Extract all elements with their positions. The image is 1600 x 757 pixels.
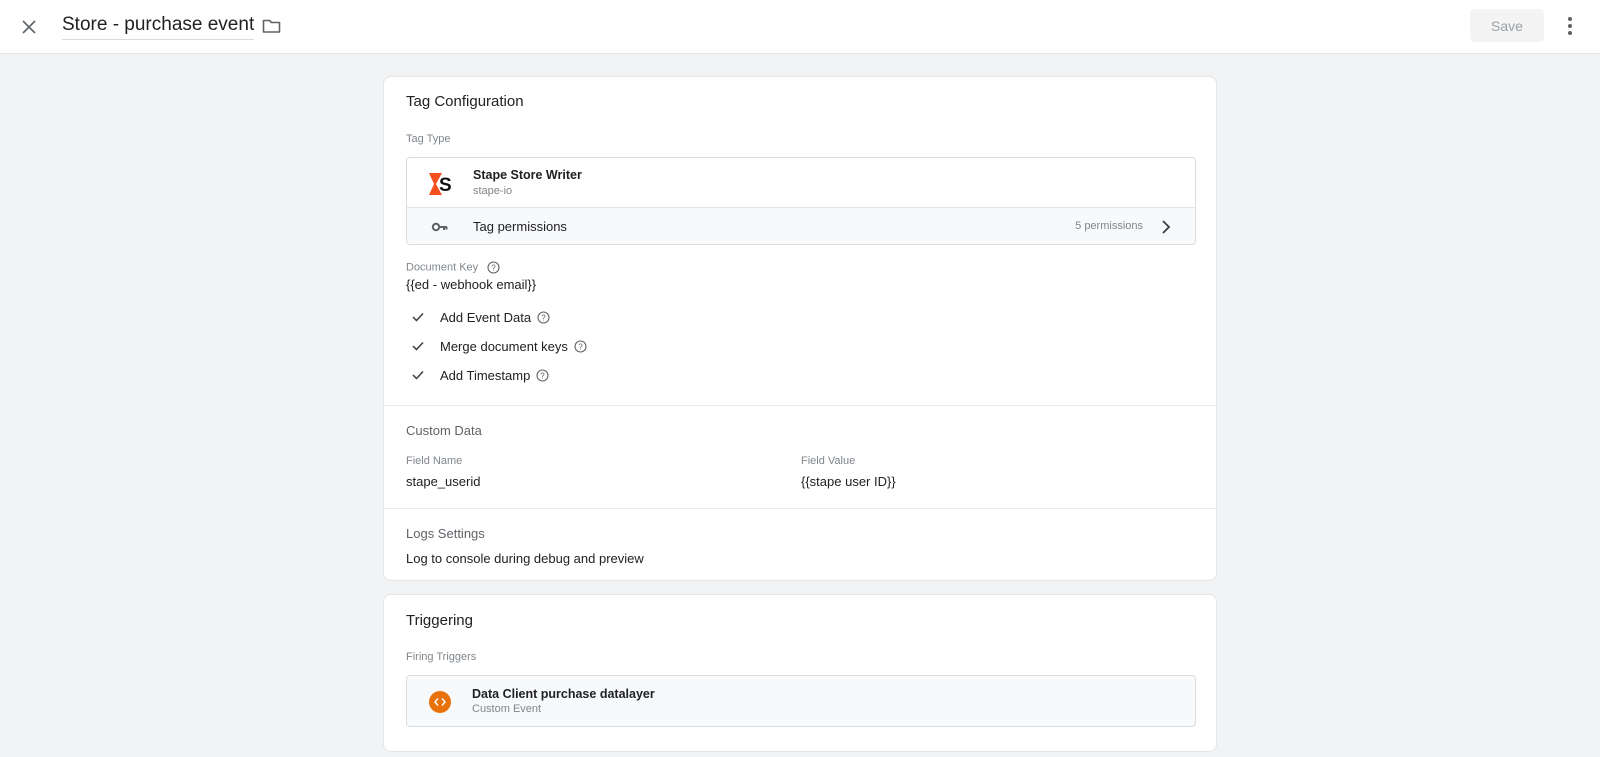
triggering-card[interactable]: Triggering Firing Triggers Data Client p… xyxy=(383,594,1217,752)
custom-data-field-name: stape_userid xyxy=(406,474,481,489)
custom-data-field-value: {{stape user ID}} xyxy=(801,474,896,489)
svg-text:?: ? xyxy=(541,313,546,322)
trigger-item[interactable]: Data Client purchase datalayer Custom Ev… xyxy=(406,675,1196,727)
document-key-value: {{ed - webhook email}} xyxy=(406,277,537,292)
option-add-timestamp: Add Timestamp ? xyxy=(411,366,549,384)
help-icon[interactable]: ? xyxy=(536,368,549,382)
card-title: Tag Configuration xyxy=(406,93,524,110)
firing-triggers-label: Firing Triggers xyxy=(406,651,477,663)
key-icon xyxy=(431,222,448,232)
divider xyxy=(384,508,1216,509)
divider xyxy=(384,405,1216,406)
help-icon[interactable]: ? xyxy=(574,339,587,353)
folder-button[interactable] xyxy=(260,15,282,37)
tag-name-input[interactable]: Store - purchase event xyxy=(62,14,255,40)
tag-type-row[interactable]: S Stape Store Writer stape-io xyxy=(407,158,1195,208)
option-merge-document-keys: Merge document keys ? xyxy=(411,337,587,355)
tag-type-name: Stape Store Writer xyxy=(473,168,582,182)
tag-type-publisher: stape-io xyxy=(473,185,513,197)
save-button[interactable]: Save xyxy=(1470,9,1544,42)
trigger-name: Data Client purchase datalayer xyxy=(472,687,655,701)
more-vert-icon xyxy=(1568,17,1572,21)
custom-data-title: Custom Data xyxy=(406,423,482,438)
document-key-label: Document Key ? xyxy=(406,261,500,274)
svg-text:?: ? xyxy=(578,342,583,351)
option-add-event-data: Add Event Data ? xyxy=(411,308,550,326)
check-icon xyxy=(412,341,424,351)
close-button[interactable] xyxy=(16,14,42,40)
check-icon xyxy=(412,370,424,380)
field-value-header: Field Value xyxy=(801,455,856,467)
help-icon[interactable]: ? xyxy=(487,261,500,274)
svg-text:?: ? xyxy=(541,371,546,380)
tag-permissions-label: Tag permissions xyxy=(473,219,567,234)
help-icon[interactable]: ? xyxy=(537,310,550,324)
top-bar: Store - purchase event Save xyxy=(0,0,1600,54)
tag-type-label: Tag Type xyxy=(406,133,451,145)
more-options-button[interactable] xyxy=(1560,14,1580,38)
logs-settings-value: Log to console during debug and preview xyxy=(406,551,644,566)
trigger-type: Custom Event xyxy=(472,703,542,715)
svg-text:S: S xyxy=(439,175,452,196)
card-title: Triggering xyxy=(406,612,473,629)
tag-permissions-row[interactable]: Tag permissions 5 permissions xyxy=(407,208,1195,244)
logs-settings-title: Logs Settings xyxy=(406,526,485,541)
svg-text:?: ? xyxy=(491,264,496,273)
permissions-count: 5 permissions xyxy=(1075,220,1143,232)
custom-event-icon xyxy=(429,691,451,713)
stape-logo: S xyxy=(429,173,452,196)
close-icon xyxy=(22,20,36,34)
check-icon xyxy=(412,312,424,322)
tag-type-box: S Stape Store Writer stape-io Tag permis… xyxy=(406,157,1196,245)
folder-icon xyxy=(262,19,280,33)
chevron-right-icon xyxy=(1162,220,1171,234)
field-name-header: Field Name xyxy=(406,455,463,467)
tag-configuration-card[interactable]: Tag Configuration Tag Type S Stape Store… xyxy=(383,76,1217,581)
